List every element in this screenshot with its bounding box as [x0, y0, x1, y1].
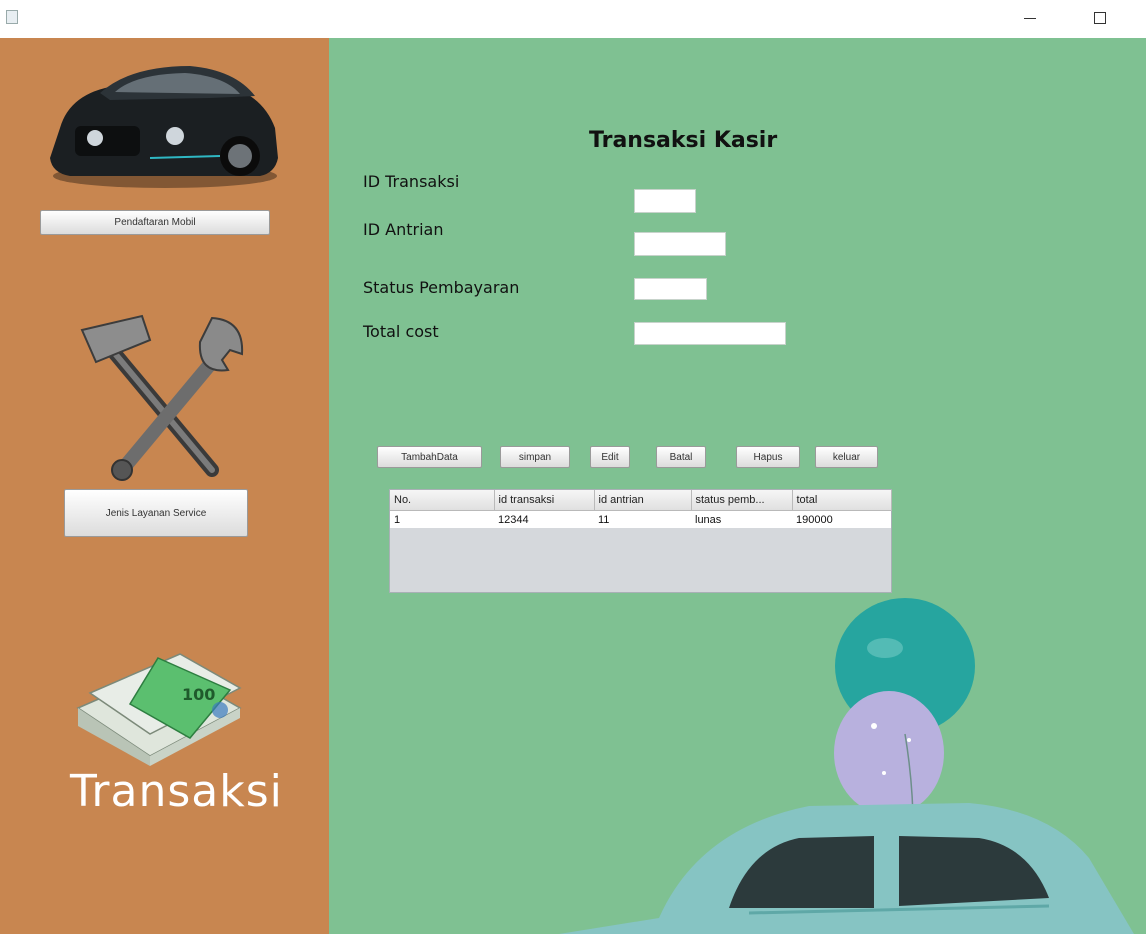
id-antrian-input[interactable] — [634, 232, 726, 256]
column-header-total[interactable]: total — [792, 490, 892, 511]
title-bar — [0, 0, 1146, 38]
column-header-id-transaksi[interactable]: id transaksi — [494, 490, 595, 511]
status-pembayaran-input[interactable] — [634, 278, 707, 300]
column-header-id-antrian[interactable]: id antrian — [594, 490, 692, 511]
page-title: Transaksi Kasir — [589, 128, 778, 153]
total-cost-label: Total cost — [363, 322, 439, 341]
table-cell: lunas — [691, 510, 792, 528]
pendaftaran-mobil-button[interactable]: Pendaftaran Mobil — [40, 210, 270, 235]
edit-button[interactable]: Edit — [590, 446, 630, 468]
sidebar: Pendaftaran Mobil Jenis Layanan Service … — [0, 38, 329, 934]
jenis-layanan-service-button[interactable]: Jenis Layanan Service — [64, 489, 248, 537]
id-transaksi-input[interactable] — [634, 189, 696, 213]
hapus-button[interactable]: Hapus — [736, 446, 800, 468]
keluar-button[interactable]: keluar — [815, 446, 878, 468]
transaksi-table[interactable]: No. id transaksi id antrian status pemb.… — [389, 489, 892, 593]
tambah-data-button[interactable]: TambahData — [377, 446, 482, 468]
table-cell: 11 — [594, 510, 691, 528]
car-image-icon — [50, 66, 278, 188]
status-pembayaran-label: Status Pembayaran — [363, 278, 520, 297]
maximize-button[interactable] — [1086, 6, 1114, 30]
minimize-button[interactable] — [1016, 6, 1044, 30]
total-cost-input[interactable] — [634, 322, 786, 345]
main-panel: Transaksi Kasir ID Transaksi ID Antrian … — [329, 38, 1146, 934]
hammer-wrench-icon — [80, 314, 244, 481]
id-antrian-label: ID Antrian — [363, 220, 444, 239]
id-transaksi-label: ID Transaksi — [363, 172, 460, 191]
batal-button[interactable]: Batal — [656, 446, 706, 468]
simpan-button[interactable]: simpan — [500, 446, 570, 468]
table-header-row: No. id transaksi id antrian status pemb.… — [390, 490, 892, 511]
svg-text:100: 100 — [182, 685, 215, 704]
money-stack-icon: 100 — [76, 653, 242, 766]
column-header-no[interactable]: No. — [390, 490, 495, 511]
table-cell: 190000 — [792, 510, 891, 528]
app-icon — [6, 10, 18, 24]
table-cell: 12344 — [494, 510, 594, 528]
transaksi-label: Transaksi — [70, 766, 283, 817]
table-row[interactable]: 1 12344 11 lunas 190000 — [390, 510, 891, 528]
column-header-status[interactable]: status pemb... — [691, 490, 793, 511]
table-cell: 1 — [390, 510, 494, 528]
